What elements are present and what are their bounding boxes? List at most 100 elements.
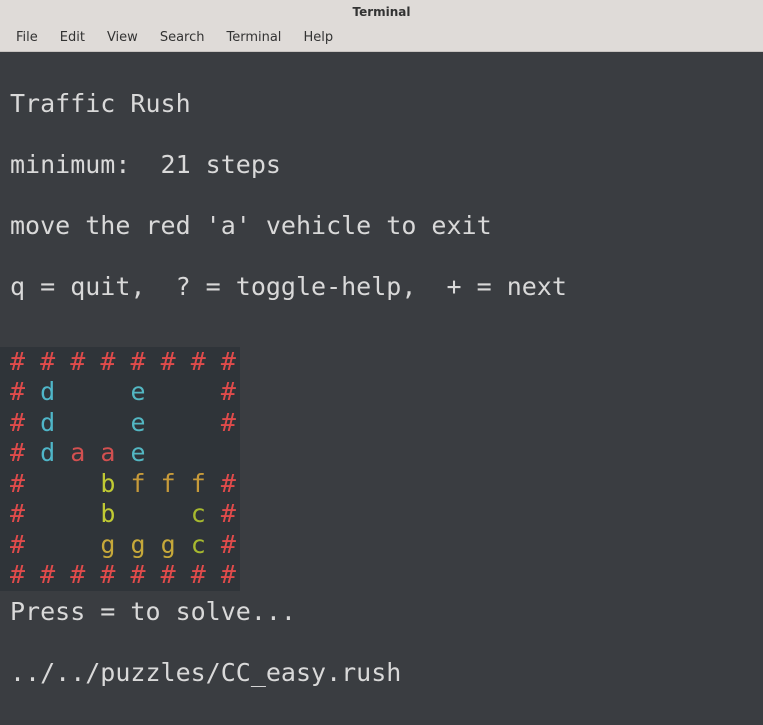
empty-cell [25,408,40,437]
empty-cell [176,438,191,467]
wall-cell: # [221,560,236,589]
empty-cell [176,408,191,437]
menu-search[interactable]: Search [150,26,215,49]
empty-cell [206,408,221,437]
wall-cell: # [161,347,176,376]
wall-cell: # [100,347,115,376]
empty-cell [25,377,40,406]
wall-cell: # [191,560,206,589]
empty-cell [25,438,40,467]
empty-cell [55,499,70,528]
vehicle-d-cell: d [40,438,55,467]
menubar: File Edit View Search Terminal Help [0,24,763,52]
empty-cell [206,347,221,376]
board-row: # b c # [10,499,236,530]
empty-cell [161,408,176,437]
wall-cell: # [221,408,236,437]
wall-cell: # [10,408,25,437]
empty-cell [55,469,70,498]
wall-cell: # [191,347,206,376]
empty-cell [146,408,161,437]
empty-cell [191,438,206,467]
empty-cell [115,560,130,589]
puzzle-path: ../../puzzles/CC_easy.rush [10,658,753,689]
empty-cell [40,530,55,559]
window-titlebar: Terminal [0,0,763,24]
empty-cell [176,377,191,406]
board-row: # d e # [10,408,236,439]
vehicle-g-cell: g [100,530,115,559]
empty-cell [70,408,85,437]
wall-cell: # [10,499,25,528]
empty-cell [191,408,206,437]
empty-cell [55,408,70,437]
vehicle-b-cell: b [100,499,115,528]
board-row: # b f f f # [10,469,236,500]
empty-cell [115,377,130,406]
empty-cell [100,408,115,437]
empty-cell [206,530,221,559]
vehicle-f-cell: f [191,469,206,498]
wall-cell: # [70,560,85,589]
empty-cell [176,560,191,589]
empty-cell [115,347,130,376]
empty-cell [25,469,40,498]
empty-cell [161,499,176,528]
wall-cell: # [70,347,85,376]
vehicle-d-cell: d [40,377,55,406]
empty-cell [161,377,176,406]
menu-help[interactable]: Help [293,26,343,49]
empty-cell [25,499,40,528]
solve-line: Press = to solve... [10,597,753,628]
empty-cell [40,499,55,528]
vehicle-c-cell: c [191,499,206,528]
empty-cell [40,469,55,498]
empty-cell [146,438,161,467]
board-row: # d e # [10,377,236,408]
empty-cell [206,438,221,467]
empty-cell [115,530,130,559]
empty-cell [115,438,130,467]
empty-cell [85,408,100,437]
empty-cell [25,560,40,589]
empty-cell [85,438,100,467]
empty-cell [85,469,100,498]
goal-line: move the red 'a' vehicle to exit [10,211,753,242]
empty-cell [85,377,100,406]
vehicle-a-cell: a [100,438,115,467]
empty-cell [161,438,176,467]
vehicle-c-cell: c [191,530,206,559]
vehicle-a-cell: a [70,438,85,467]
empty-cell [85,560,100,589]
menu-terminal[interactable]: Terminal [216,26,291,49]
board-row: # d a a e [10,438,236,469]
vehicle-g-cell: g [161,530,176,559]
vehicle-e-cell: e [131,377,146,406]
empty-cell [221,438,236,467]
menu-file[interactable]: File [6,26,48,49]
empty-cell [146,499,161,528]
empty-cell [176,469,191,498]
wall-cell: # [161,560,176,589]
wall-cell: # [10,469,25,498]
wall-cell: # [10,438,25,467]
empty-cell [146,530,161,559]
empty-cell [206,469,221,498]
empty-cell [55,530,70,559]
vehicle-f-cell: f [131,469,146,498]
empty-cell [146,347,161,376]
empty-cell [25,347,40,376]
empty-cell [55,347,70,376]
window-title: Terminal [352,5,410,19]
empty-cell [55,560,70,589]
empty-cell [146,469,161,498]
terminal-output[interactable]: Traffic Rush minimum: 21 steps move the … [0,52,763,725]
empty-cell [70,530,85,559]
menu-view[interactable]: View [97,26,148,49]
board-row: # g g g c # [10,530,236,561]
menu-edit[interactable]: Edit [50,26,95,49]
empty-cell [25,530,40,559]
empty-cell [85,530,100,559]
empty-cell [146,560,161,589]
empty-cell [115,469,130,498]
